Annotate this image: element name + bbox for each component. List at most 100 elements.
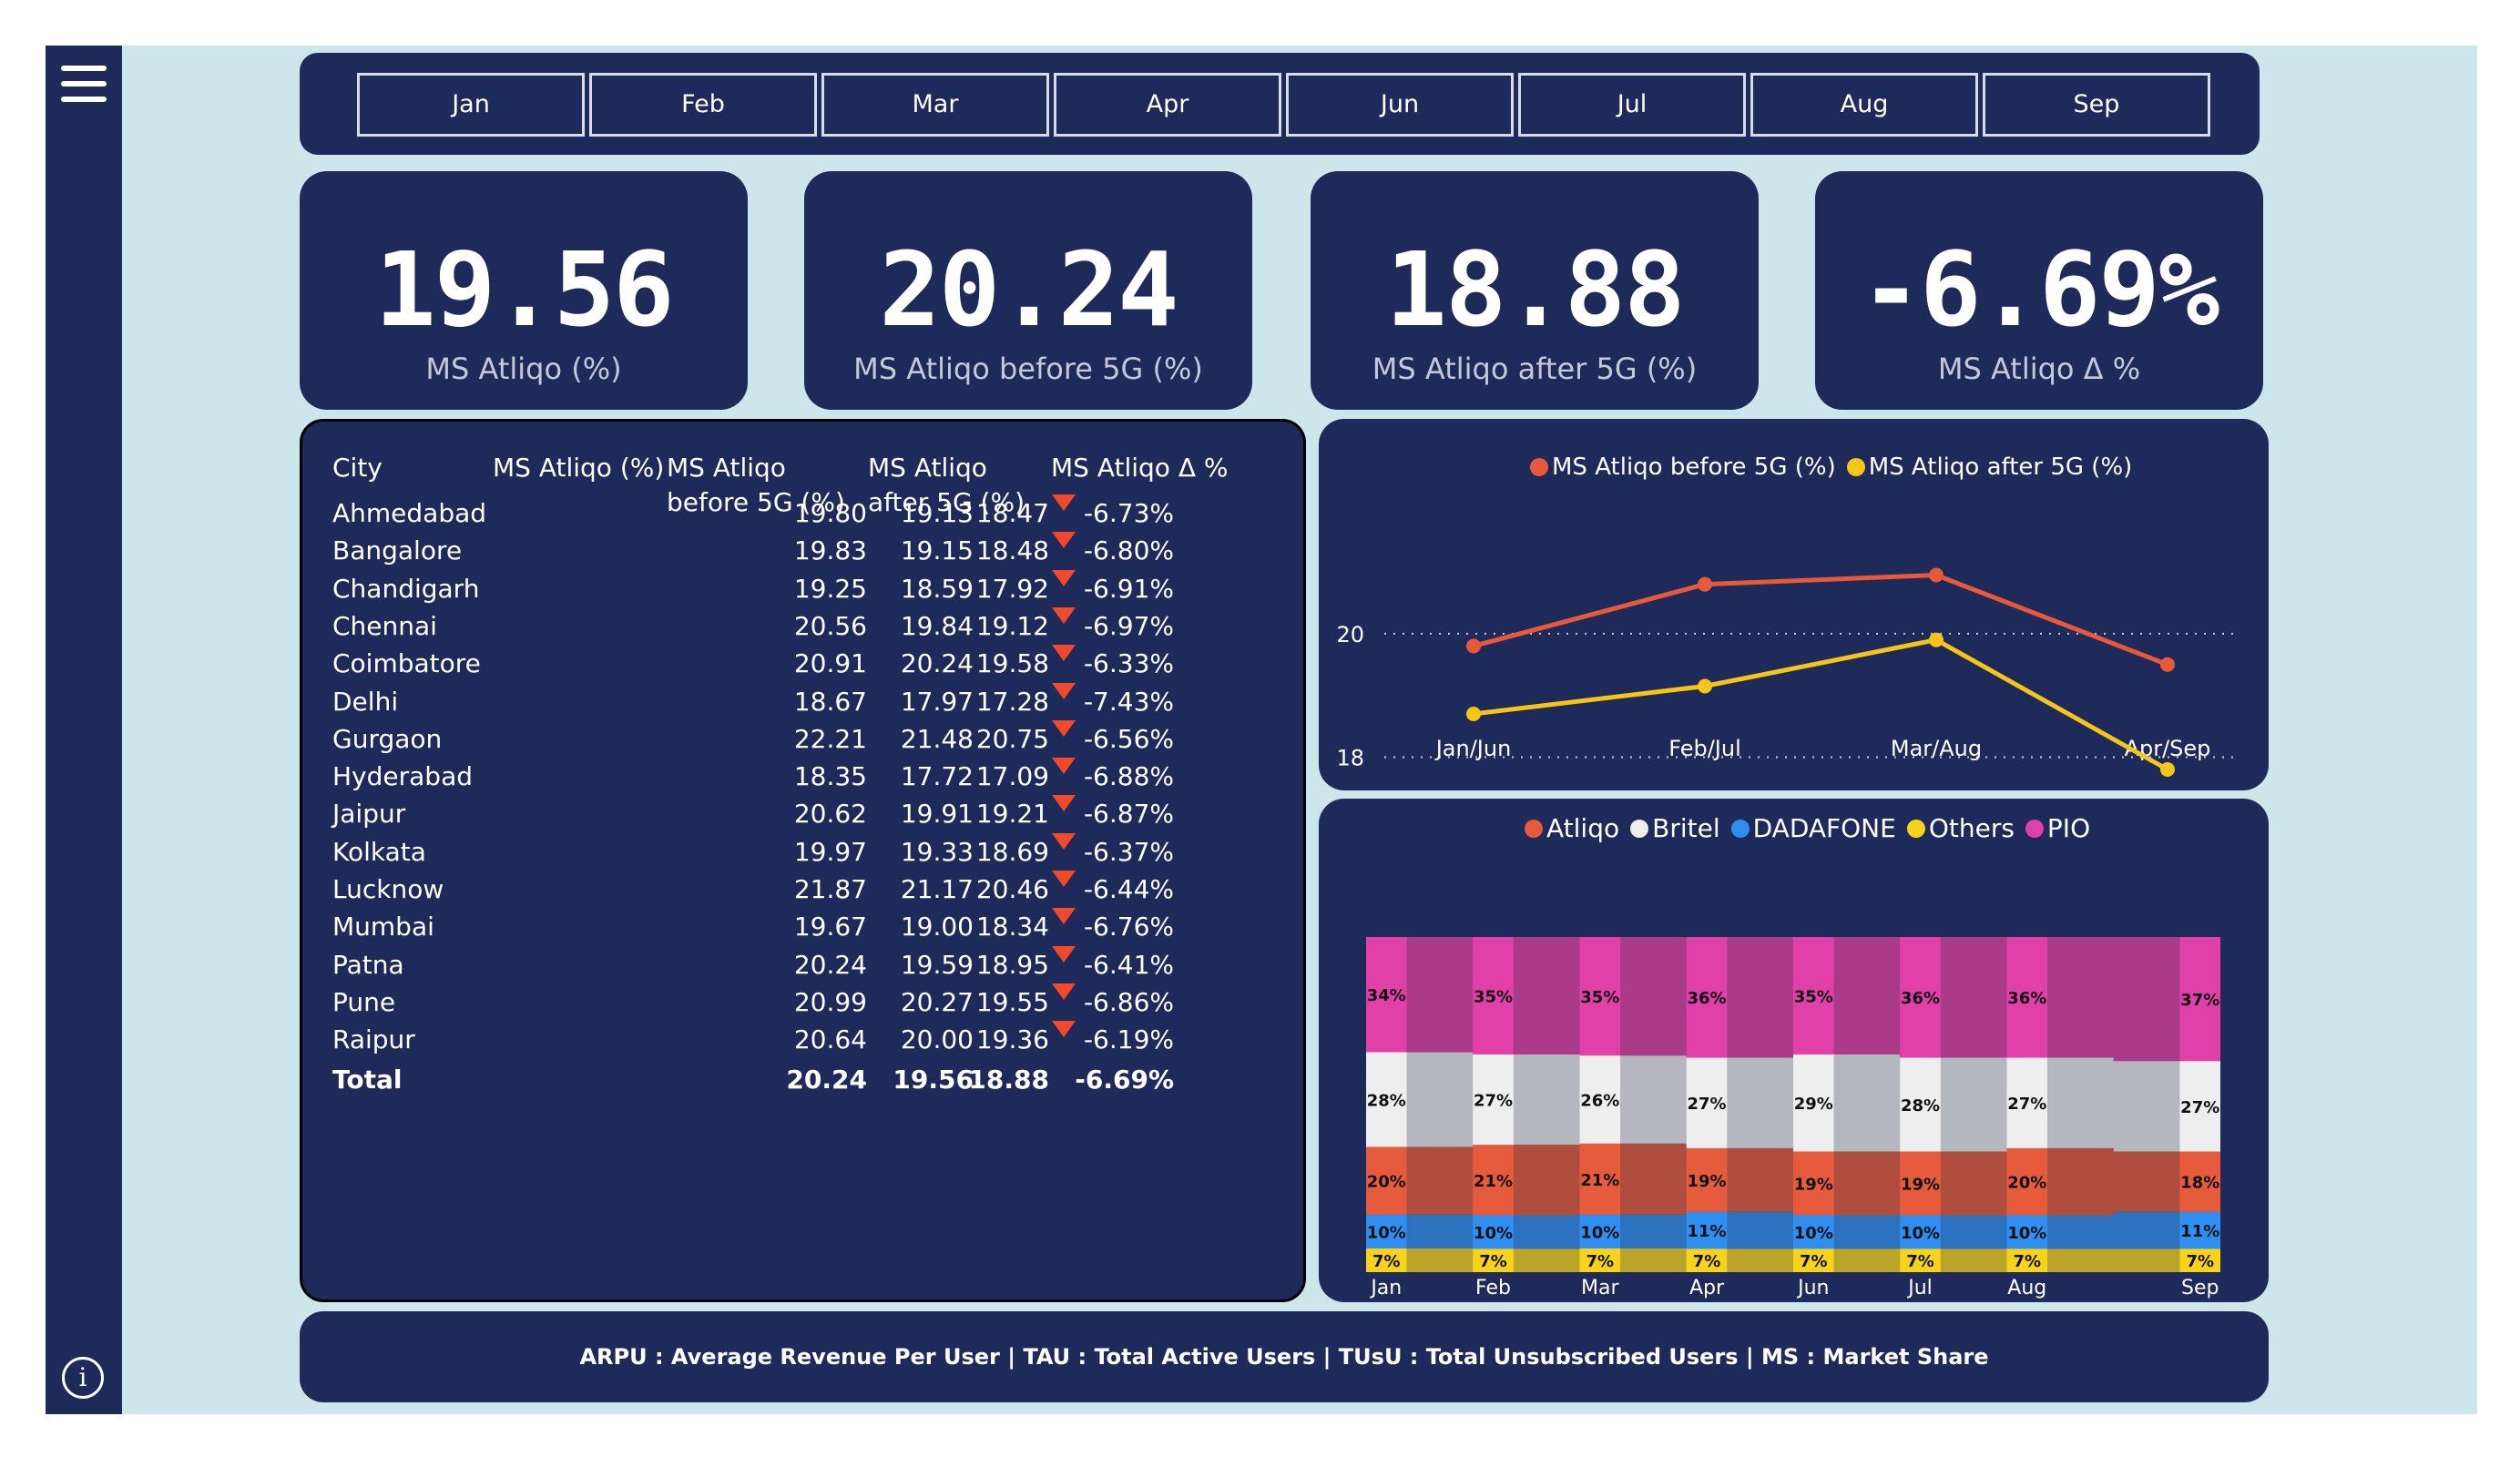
- data-label: 7%: [1586, 1252, 1614, 1271]
- data-label: 27%: [2007, 1095, 2046, 1114]
- kpi-card-1: 19.56 MS Atliqo (%): [300, 171, 748, 410]
- table-row[interactable]: Coimbatore 20.24 -6.33% 20.91 19.58: [302, 645, 1303, 683]
- city-cell: Coimbatore: [332, 648, 481, 679]
- after-cell: 19.58: [975, 648, 1049, 679]
- data-label: 18%: [2180, 1174, 2219, 1193]
- month-button-aug[interactable]: Aug: [1750, 73, 1978, 137]
- down-arrow-icon: [1052, 795, 1076, 812]
- before-cell: 19.67: [793, 912, 867, 942]
- header-delta[interactable]: MS Atliqo Δ %: [1051, 451, 1229, 485]
- data-label: 20%: [2007, 1174, 2046, 1193]
- data-label: 27%: [1687, 1095, 1726, 1114]
- before-cell: 19.80: [793, 498, 867, 528]
- city-cell: Raipur: [332, 1024, 415, 1055]
- month-button-jul[interactable]: Jul: [1518, 73, 1746, 137]
- delta-cell: -6.76%: [1083, 912, 1174, 942]
- data-label: 28%: [1901, 1096, 1940, 1116]
- city-cell: Bangalore: [332, 535, 463, 566]
- kpi-label: MS Atliqo after 5G (%): [1372, 352, 1698, 386]
- table-row[interactable]: Pune 20.27 -6.86% 20.99 19.55: [302, 983, 1303, 1022]
- x-tick-label: Jan/Jun: [1434, 736, 1512, 761]
- city-cell: Gurgaon: [332, 723, 443, 754]
- city-cell: Hyderabad: [332, 761, 473, 792]
- data-label: 7%: [1693, 1252, 1721, 1271]
- x-tick-label: Apr: [1689, 1277, 1725, 1299]
- table-row[interactable]: Hyderabad 17.72 -6.88% 18.35 17.09: [302, 758, 1303, 796]
- month-button-jan[interactable]: Jan: [357, 73, 585, 137]
- table-row[interactable]: Mumbai 19.00 -6.76% 19.67 18.34: [302, 908, 1303, 946]
- x-tick-label: Jan: [1369, 1277, 1402, 1299]
- data-point[interactable]: [1466, 707, 1481, 721]
- data-label: 19%: [1901, 1175, 1940, 1194]
- data-label: 29%: [1794, 1095, 1833, 1114]
- kpi-value: 20.24: [879, 231, 1178, 350]
- info-icon[interactable]: i: [62, 1357, 104, 1399]
- data-label: 7%: [1479, 1252, 1507, 1271]
- data-label: 10%: [1901, 1224, 1940, 1243]
- month-button-mar[interactable]: Mar: [821, 73, 1049, 137]
- x-tick-label: Apr/Sep: [2125, 736, 2211, 761]
- data-label: 10%: [1794, 1224, 1833, 1243]
- data-label: 36%: [1901, 989, 1940, 1008]
- table-row[interactable]: Patna 19.59 -6.41% 20.24 18.95: [302, 945, 1303, 984]
- before-cell: 18.67: [793, 686, 867, 717]
- after-cell: 19.12: [975, 610, 1049, 641]
- month-button-sep[interactable]: Sep: [1983, 73, 2210, 137]
- x-tick-label: Feb: [1475, 1277, 1511, 1299]
- table-row[interactable]: Delhi 17.97 -7.43% 18.67 17.28: [302, 682, 1303, 721]
- data-label: 26%: [1580, 1091, 1619, 1110]
- data-label: 10%: [1367, 1223, 1406, 1242]
- table-row[interactable]: Jaipur 19.91 -6.87% 20.62 19.21: [302, 795, 1303, 833]
- after-cell: 19.36: [975, 1024, 1049, 1055]
- data-label: 27%: [2180, 1098, 2219, 1117]
- data-point[interactable]: [2160, 762, 2175, 777]
- down-arrow-icon: [1052, 758, 1076, 775]
- table-row[interactable]: Chandigarh 18.59 -6.91% 19.25 17.92: [302, 569, 1303, 608]
- data-label: 7%: [2013, 1252, 2041, 1271]
- city-cell: Jaipur: [332, 799, 406, 830]
- table-row[interactable]: Kolkata 19.33 -6.37% 19.97 18.69: [302, 832, 1303, 871]
- month-button-jun[interactable]: Jun: [1286, 73, 1514, 137]
- city-cell: Delhi: [332, 686, 399, 717]
- data-point[interactable]: [2160, 657, 2175, 672]
- down-arrow-icon: [1052, 983, 1076, 1000]
- data-label: 36%: [1687, 989, 1726, 1008]
- city-cell: Patna: [332, 949, 404, 980]
- data-label: 7%: [1800, 1252, 1828, 1271]
- header-city[interactable]: City: [332, 451, 383, 485]
- data-point[interactable]: [1466, 638, 1481, 654]
- after-cell: 18.48: [975, 535, 1049, 566]
- down-arrow-icon: [1052, 532, 1076, 549]
- header-ms[interactable]: MS Atliqo (%): [493, 451, 664, 485]
- table-total-row[interactable]: Total 19.56 -6.69% 20.24 18.88: [302, 1061, 1303, 1099]
- data-point[interactable]: [1929, 567, 1944, 583]
- delta-cell: -6.19%: [1083, 1024, 1174, 1055]
- table-row[interactable]: Raipur 20.00 -6.19% 20.64 19.36: [302, 1021, 1303, 1059]
- table-row[interactable]: Ahmedabad 19.13 -6.73% 19.80 18.47: [302, 494, 1303, 533]
- city-cell: Ahmedabad: [332, 498, 487, 528]
- data-label: 10%: [1474, 1224, 1513, 1243]
- line-chart-panel: MS Atliqo before 5G (%) MS Atliqo after 5…: [1319, 419, 2269, 790]
- x-tick-label: Sep: [2181, 1277, 2219, 1299]
- table-row[interactable]: Chennai 19.84 -6.97% 20.56 19.12: [302, 606, 1303, 646]
- down-arrow-icon: [1052, 945, 1076, 963]
- month-button-feb[interactable]: Feb: [589, 73, 817, 137]
- data-point[interactable]: [1698, 576, 1712, 592]
- table-row[interactable]: Lucknow 21.17 -6.44% 21.87 20.46: [302, 871, 1303, 909]
- kpi-card-4: -6.69% MS Atliqo Δ %: [1815, 171, 2263, 410]
- data-point[interactable]: [1698, 678, 1712, 694]
- city-cell: Chennai: [332, 610, 437, 641]
- data-label: 28%: [1367, 1091, 1406, 1110]
- city-cell: Pune: [332, 986, 396, 1017]
- y-tick-label: 20: [1336, 622, 1364, 647]
- kpi-value: 18.88: [1385, 231, 1685, 350]
- after-cell: 20.46: [975, 874, 1049, 904]
- month-button-apr[interactable]: Apr: [1054, 73, 1281, 137]
- before-cell: 20.62: [793, 799, 867, 830]
- table-row[interactable]: Bangalore 19.15 -6.80% 19.83 18.48: [302, 532, 1303, 570]
- delta-cell: -6.80%: [1083, 535, 1174, 566]
- data-point[interactable]: [1929, 632, 1944, 647]
- table-row[interactable]: Gurgaon 21.48 -6.56% 22.21 20.75: [302, 719, 1303, 759]
- header-after-line1: MS Atliqo: [868, 453, 987, 483]
- menu-icon[interactable]: [59, 64, 108, 104]
